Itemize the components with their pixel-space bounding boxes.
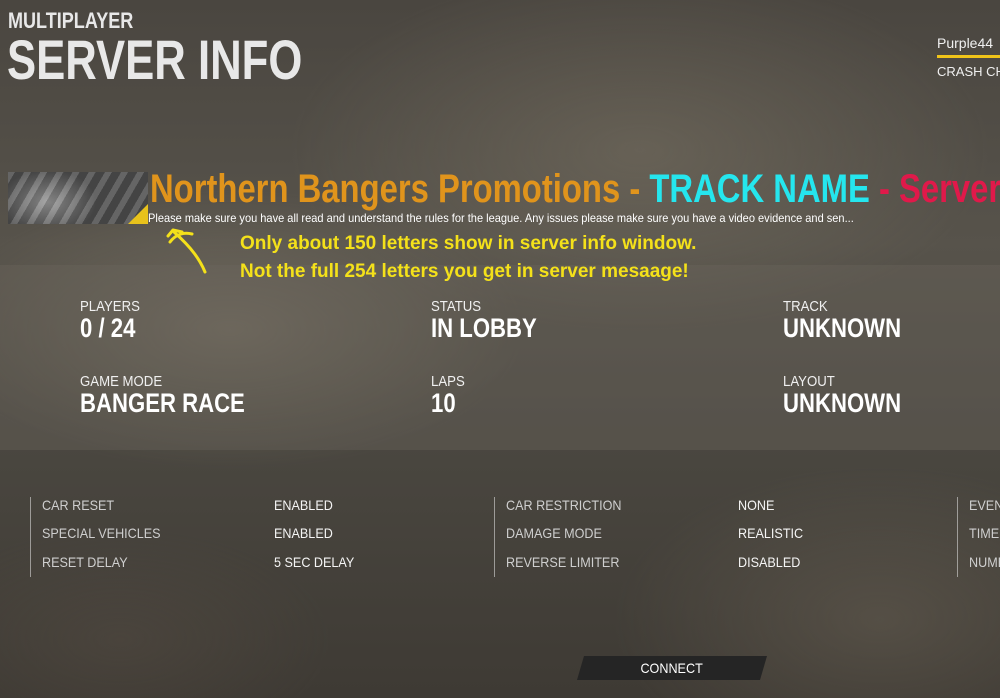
info-band <box>0 265 1000 450</box>
annotation-line-1: Only about 150 letters show in server in… <box>240 233 697 254</box>
stat-players: PLAYERS 0 / 24 <box>80 298 148 344</box>
stat-track: TRACK UNKNOWN <box>783 298 927 344</box>
stat-value: 0 / 24 <box>80 313 136 343</box>
server-name-separator: - <box>878 167 890 211</box>
server-name-track: TRACK NAME <box>649 167 870 211</box>
setting-label-reverse-limiter: REVERSE LIMITER <box>506 554 620 570</box>
setting-label-event: EVENT <box>969 497 1000 513</box>
setting-label-car-reset: CAR RESET <box>42 497 115 513</box>
setting-label-special-vehicles: SPECIAL VEHICLES <box>42 525 161 541</box>
annotation-line-2: Not the full 254 letters you get in serv… <box>240 261 689 282</box>
settings-divider <box>30 497 31 577</box>
server-description: Please make sure you have all read and u… <box>148 211 854 225</box>
setting-label-damage-mode: DAMAGE MODE <box>506 525 602 541</box>
user-name[interactable]: Purple44 <box>937 35 993 51</box>
stat-value: UNKNOWN <box>783 388 902 418</box>
stat-status: STATUS IN LOBBY <box>431 298 560 344</box>
stat-value: BANGER RACE <box>80 388 245 418</box>
setting-value-damage-mode: REALISTIC <box>738 525 804 541</box>
stat-value: 10 <box>431 388 456 418</box>
stat-layout: LAYOUT UNKNOWN <box>783 373 927 419</box>
setting-value-special-vehicles: ENABLED <box>274 525 333 541</box>
stat-value: IN LOBBY <box>431 313 537 343</box>
server-name: Northern Bangers Promotions - TRACK NAME… <box>150 166 1000 212</box>
connect-button[interactable]: CONNECT <box>577 656 767 680</box>
setting-value-car-reset: ENABLED <box>274 497 333 513</box>
setting-value-reset-delay: 5 SEC DELAY <box>274 554 355 570</box>
server-name-server: Server 2 <box>899 167 1000 211</box>
setting-value-car-restriction: NONE <box>738 497 775 513</box>
settings-divider <box>957 497 958 577</box>
setting-value-reverse-limiter: DISABLED <box>738 554 801 570</box>
page-title: SERVER INFO <box>7 28 303 91</box>
setting-label-reset-delay: RESET DELAY <box>42 554 128 570</box>
stat-laps: LAPS 10 <box>431 373 469 419</box>
user-accent-bar <box>937 55 1000 58</box>
annotation-arrow-icon <box>166 228 207 274</box>
stat-game-mode: GAME MODE BANGER RACE <box>80 373 281 419</box>
corner-marker-icon <box>128 204 148 224</box>
stat-value: UNKNOWN <box>783 313 902 343</box>
server-name-separator: - <box>629 167 641 211</box>
user-subtitle: CRASH CHA <box>937 64 1000 79</box>
setting-label-number: NUMBE <box>969 554 1000 570</box>
setting-label-time: TIME O <box>969 525 1000 541</box>
settings-divider <box>494 497 495 577</box>
setting-label-car-restriction: CAR RESTRICTION <box>506 497 622 513</box>
server-name-promotion: Northern Bangers Promotions <box>150 167 621 211</box>
server-thumbnail <box>8 172 148 224</box>
